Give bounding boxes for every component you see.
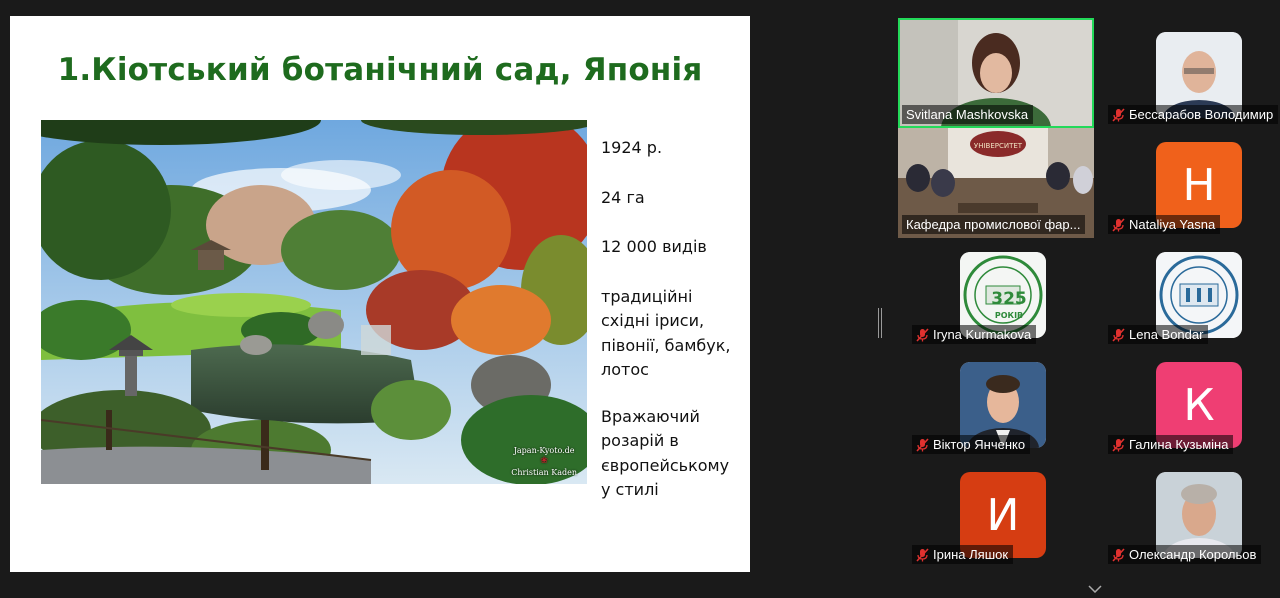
participant-name-tag: Галина Кузьміна (1108, 435, 1234, 454)
watermark-line-2: Christian Kaden (511, 468, 577, 477)
participant-name: Svitlana Mashkovska (906, 107, 1029, 122)
participant-name: Ірина Ляшок (933, 547, 1009, 562)
slide-title: 1.Кіотський ботанічний сад, Японія (57, 52, 703, 88)
participant-name: Lena Bondar (1129, 327, 1204, 342)
participant-name-tag: Олександр Корольов (1108, 545, 1262, 564)
watermark-line-1: Japan-Kyoto.de (513, 446, 575, 455)
participant-name-tag: Nataliya Yasna (1108, 215, 1221, 234)
participant-name: Галина Кузьміна (1129, 437, 1229, 452)
mic-muted-icon (916, 437, 929, 452)
screen-share-area: 1.Кіотський ботанічний сад, Японія Japan… (0, 0, 872, 588)
mic-muted-icon (916, 547, 929, 562)
fact-area: 24 га (601, 187, 645, 207)
fact-species: 12 000 видів (601, 237, 707, 256)
chevron-down-icon[interactable] (1088, 580, 1102, 594)
participant-name-tag: Бессарабов Володимир (1108, 105, 1279, 124)
gallery-scroll-strip (1056, 576, 1280, 594)
participant-name: Олександр Корольов (1129, 547, 1257, 562)
garden-photo-illustration (41, 120, 587, 484)
mic-muted-icon (1112, 437, 1125, 452)
participant-name-tag: Svitlana Mashkovska (902, 105, 1034, 124)
presentation-slide: 1.Кіотський ботанічний сад, Японія Japan… (10, 16, 750, 572)
participant-tile-oleksandr-korolov[interactable]: Олександр Корольов (1094, 458, 1280, 568)
participant-name-tag: Віктор Янченко (912, 435, 1031, 454)
participant-tile-iryna-liashok[interactable]: И Ірина Ляшок (898, 458, 1094, 568)
participant-name: Віктор Янченко (933, 437, 1026, 452)
participant-tile-iryna-kurmakova[interactable]: 325 РОКІВ Iryna Kurmakova (898, 238, 1094, 348)
mic-muted-icon (1112, 327, 1125, 342)
participant-gallery: Svitlana Mashkovska Бессарабов Володимир… (888, 16, 1280, 588)
participant-tile-halyna-kuzmina[interactable]: К Галина Кузьміна (1094, 348, 1280, 458)
watermark-emblem-icon: ❀ (540, 456, 548, 466)
fact-rose-garden: Вражаючий розарій в європейському у стил… (601, 406, 730, 500)
participant-name-tag: Lena Bondar (1108, 325, 1209, 344)
slide-facts: 1924 р. 24 га 12 000 видів традиційні сх… (601, 136, 741, 503)
participant-tile-lena-bondar[interactable]: Lena Bondar (1094, 238, 1280, 348)
participant-name: Nataliya Yasna (1129, 217, 1216, 232)
mic-muted-icon (1112, 547, 1125, 562)
participant-name-tag: Кафедра промислової фар... (902, 215, 1086, 234)
participant-name-tag: Ірина Ляшок (912, 545, 1014, 564)
participant-tile-svitlana-mashkovska[interactable]: Svitlana Mashkovska (898, 18, 1094, 128)
room-sign-text: УНІВЕРСИТЕТ (974, 142, 1023, 150)
participant-name-tag: Iryna Kurmakova (912, 325, 1037, 344)
fact-flowers: традиційні східні іриси, півонії, бамбук… (601, 286, 731, 380)
participant-tile-bessarabov[interactable]: Бессарабов Володимир (1094, 18, 1280, 128)
logo-number: 325 (991, 289, 1027, 309)
mic-muted-icon (916, 327, 929, 342)
mic-muted-icon (1112, 217, 1125, 232)
participant-tile-viktor-yanchenko[interactable]: Віктор Янченко (898, 348, 1094, 458)
participant-tile-kafedra[interactable]: УНІВЕРСИТЕТ Кафедра промислової фар... (898, 128, 1094, 238)
participant-name: Кафедра промислової фар... (906, 217, 1081, 232)
garden-photo: Japan-Kyoto.de ❀ Christian Kaden (41, 120, 587, 484)
participant-name: Iryna Kurmakova (933, 327, 1032, 342)
participant-name: Бессарабов Володимир (1129, 107, 1274, 122)
resize-handle-icon[interactable] (878, 308, 882, 338)
participant-tile-nataliya-yasna[interactable]: Н Nataliya Yasna (1094, 128, 1280, 238)
photo-watermark: Japan-Kyoto.de ❀ Christian Kaden (511, 445, 577, 478)
logo-subtext: РОКІВ (995, 311, 1023, 320)
mic-muted-icon (1112, 107, 1125, 122)
fact-year: 1924 р. (601, 138, 663, 157)
